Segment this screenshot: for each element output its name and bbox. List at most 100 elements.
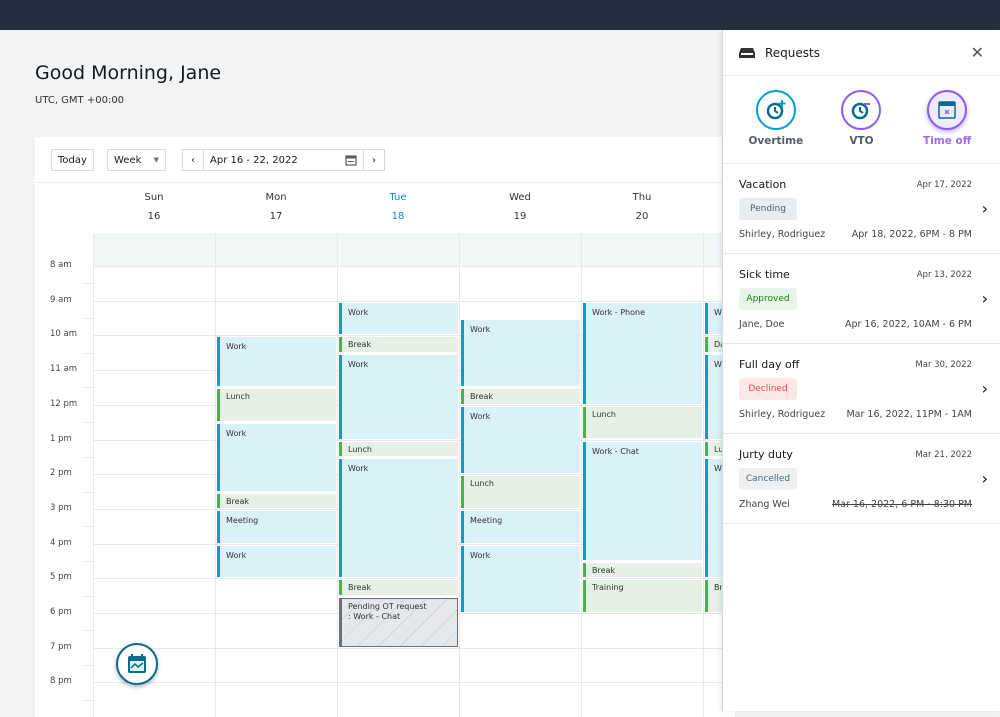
schedule-event[interactable]: Training [583, 580, 702, 612]
schedule-event[interactable]: Lunch [583, 406, 702, 439]
calendar-chart-icon [128, 654, 146, 673]
page-title: Good Morning, Jane [35, 62, 222, 84]
request-time-range: Mar 16, 2022, 6 PM - 8:30 PM [831, 499, 972, 510]
request-item[interactable]: Jurty duty Mar 21, 2022 Cancelled Zhang … [723, 434, 1000, 524]
hour-label: 2 pm [50, 468, 72, 479]
view-select-value: Week [114, 154, 142, 166]
requests-header: Requests ✕ [723, 30, 1000, 76]
day-number: 20 [635, 211, 649, 222]
schedule-event[interactable]: Lunch [461, 476, 580, 508]
schedule-event[interactable]: Break [217, 493, 336, 508]
status-badge: Cancelled [739, 468, 797, 490]
request-list: Vacation Apr 17, 2022 Pending Shirley, R… [723, 164, 1000, 524]
next-week-button[interactable]: › [363, 149, 385, 171]
day-header-thu: Thu 20 [581, 192, 703, 222]
request-time-range: Apr 16, 2022, 10AM - 6 PM [844, 319, 972, 330]
requests-title: Requests [765, 45, 820, 60]
schedule-event[interactable]: Work [217, 337, 336, 387]
request-item[interactable]: Vacation Apr 17, 2022 Pending Shirley, R… [723, 164, 1000, 254]
request-date: Apr 17, 2022 [916, 180, 972, 190]
all-day-row [93, 233, 735, 266]
schedule-event[interactable]: Lunch [339, 441, 458, 456]
hour-label: 8 pm [50, 676, 72, 687]
day-name: Thu [632, 192, 652, 203]
previous-week-button[interactable]: ‹ [182, 149, 204, 171]
chevron-right-icon: › [372, 154, 376, 166]
hour-label: 5 pm [50, 572, 72, 583]
status-badge: Pending [739, 198, 797, 220]
schedule-event[interactable]: Work [339, 302, 458, 335]
day-number: 17 [269, 211, 283, 222]
hour-line [93, 300, 735, 302]
schedule-fab-button[interactable] [116, 643, 158, 685]
status-badge: Approved [739, 288, 797, 310]
request-title: Vacation [739, 178, 787, 191]
day-number: 19 [513, 211, 527, 222]
request-type-vto[interactable]: VTO [821, 76, 901, 163]
half-hour-tick [84, 352, 93, 354]
day-name: Mon [265, 192, 287, 203]
day-name: Sun [144, 192, 164, 203]
schedule-event[interactable]: Lunch [217, 389, 336, 422]
hour-line [93, 682, 735, 684]
chevron-right-icon[interactable]: › [982, 379, 988, 398]
schedule-event[interactable]: Work [217, 424, 336, 491]
schedule-event[interactable]: Work [461, 320, 580, 387]
hour-label: 1 pm [50, 433, 72, 444]
request-type-selector: Overtime VTO Time off [723, 76, 1000, 164]
hour-line [93, 266, 735, 267]
today-button[interactable]: Today [51, 149, 94, 171]
request-item[interactable]: Full day off Mar 30, 2022 Declined Shirl… [723, 344, 1000, 434]
request-item[interactable]: Sick time Apr 13, 2022 Approved Jane, Do… [723, 254, 1000, 344]
day-number: 16 [147, 211, 161, 222]
hour-label: 8 am [50, 260, 72, 270]
chevron-right-icon[interactable]: › [982, 289, 988, 308]
day-header-sun: Sun 16 [93, 192, 215, 222]
schedule-event[interactable]: Break [461, 389, 580, 404]
schedule-event[interactable]: Work [461, 545, 580, 612]
pending-ot-request-block[interactable]: Pending OT request : Work - Chat [339, 597, 458, 647]
date-range-input[interactable]: Apr 16 - 22, 2022 [203, 149, 364, 171]
day-name: Tue [389, 192, 407, 203]
timezone-label: UTC, GMT +00:00 [35, 95, 125, 106]
request-requester: Shirley, Rodriguez [739, 409, 826, 420]
half-hour-tick [84, 630, 93, 632]
close-icon[interactable]: ✕ [971, 43, 984, 62]
calendar-x-icon [927, 90, 968, 130]
caret-down-icon: ▼ [153, 156, 159, 164]
request-type-overtime[interactable]: Overtime [736, 76, 816, 163]
request-title: Jurty duty [739, 448, 793, 461]
request-time-range: Mar 16, 2022, 11PM - 1AM [846, 409, 972, 420]
schedule-event[interactable]: Work - Phone [583, 302, 702, 404]
schedule-event[interactable]: Break [339, 337, 458, 352]
hour-label: 3 pm [50, 502, 72, 513]
chevron-right-icon[interactable]: › [982, 469, 988, 488]
schedule-event[interactable]: Break [339, 580, 458, 595]
schedule-event[interactable]: Work [339, 354, 458, 439]
schedule-event[interactable]: Break [583, 562, 702, 578]
request-date: Apr 13, 2022 [916, 270, 972, 280]
half-hour-tick [84, 456, 93, 458]
hour-label: 4 pm [50, 537, 72, 548]
schedule-event[interactable]: Meeting [217, 510, 336, 543]
hour-line [93, 647, 735, 649]
chevron-right-icon[interactable]: › [982, 199, 988, 218]
schedule-event[interactable]: Work [217, 545, 336, 578]
inbox-icon [739, 47, 755, 58]
request-date: Mar 21, 2022 [915, 450, 972, 460]
request-type-time-off[interactable]: Time off [907, 76, 987, 163]
schedule-event[interactable]: Work [461, 406, 580, 474]
hour-label: 10 am [50, 329, 78, 340]
view-select[interactable]: Week ▼ [107, 149, 166, 171]
schedule-event[interactable]: Work [339, 458, 458, 578]
request-title: Full day off [739, 358, 800, 371]
hour-line [93, 439, 735, 441]
request-requester: Zhang Wei [739, 499, 790, 510]
clock-minus-icon [841, 90, 882, 130]
day-header-tue: Tue 18 [337, 192, 459, 222]
schedule-event[interactable]: Work - Chat [583, 441, 702, 560]
date-range-value: Apr 16 - 22, 2022 [210, 154, 298, 166]
day-number: 18 [391, 211, 405, 222]
schedule-event[interactable]: Meeting [461, 510, 580, 543]
half-hour-tick [84, 595, 93, 597]
